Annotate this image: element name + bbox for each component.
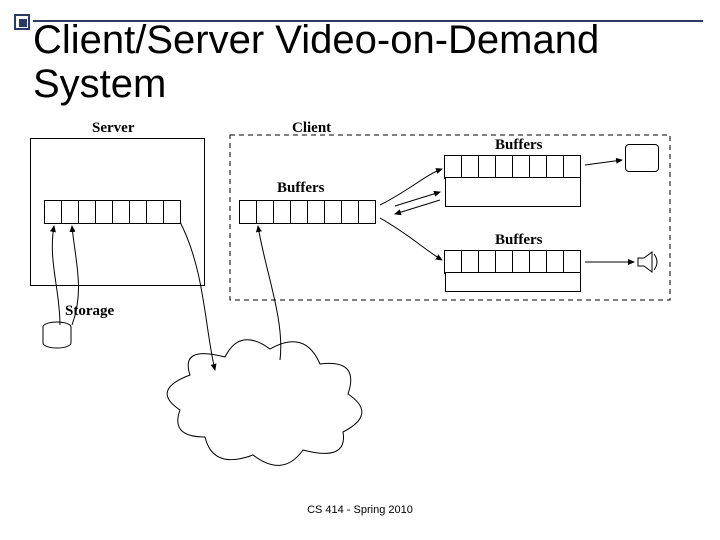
buffer-client-main bbox=[240, 200, 380, 224]
label-buffers-video: Buffers bbox=[495, 137, 543, 154]
buffer-audio bbox=[445, 250, 585, 274]
label-server: Server bbox=[92, 120, 134, 137]
speaker-icon bbox=[638, 252, 657, 272]
label-network: Network bbox=[270, 430, 326, 447]
slide-footer: CS 414 - Spring 2010 bbox=[0, 504, 720, 516]
title-bullet-icon bbox=[14, 14, 30, 30]
graphics-video-hw-box bbox=[445, 177, 581, 207]
storage-icon bbox=[43, 322, 71, 348]
slide-title: Client/Server Video-on-Demand System bbox=[33, 18, 720, 106]
monitor-icon bbox=[625, 144, 659, 172]
buffer-video bbox=[445, 155, 585, 179]
buffer-server bbox=[45, 200, 185, 224]
vod-diagram: Server Client Buffers Buffers Buffers Bu… bbox=[30, 120, 690, 490]
label-client: Client bbox=[292, 120, 331, 137]
audio-hw-box bbox=[445, 272, 581, 292]
label-buffers-client-main: Buffers bbox=[277, 180, 325, 197]
network-cloud-icon bbox=[167, 340, 362, 466]
label-buffers-audio: Buffers bbox=[495, 232, 543, 249]
label-storage: Storage bbox=[65, 303, 114, 320]
